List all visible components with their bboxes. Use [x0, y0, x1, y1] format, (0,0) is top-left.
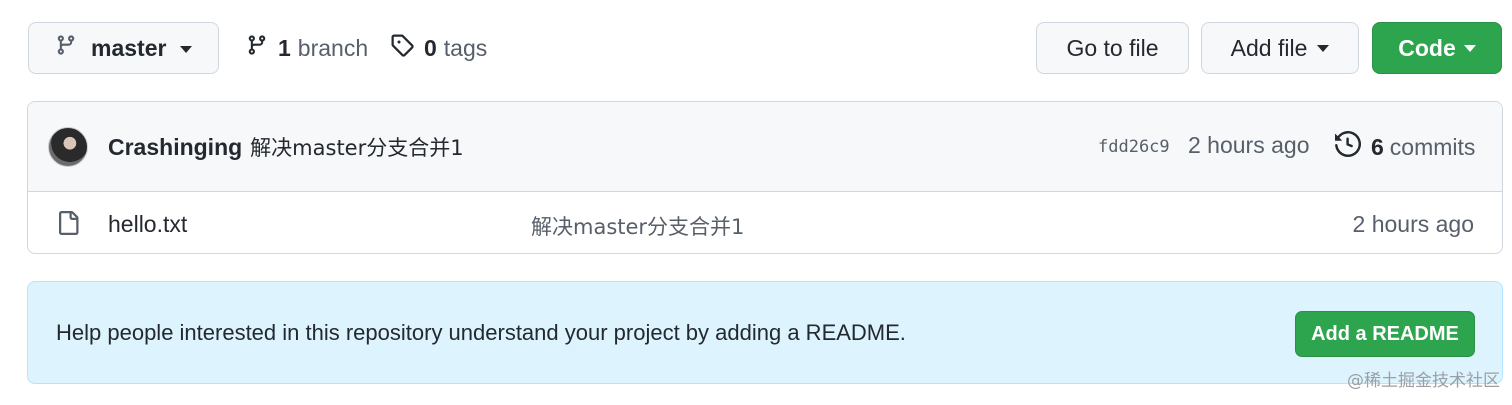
- add-file-label: Add file: [1230, 34, 1308, 61]
- file-name[interactable]: hello.txt: [108, 211, 187, 238]
- git-branch-icon: [246, 33, 268, 63]
- avatar[interactable]: [48, 127, 88, 167]
- file-commit-message[interactable]: 解决master分支合并1: [531, 211, 744, 241]
- readme-banner: Help people interested in this repositor…: [27, 281, 1503, 384]
- repo-toolbar: master 1 branch 0 tags Go to file Add fi…: [0, 0, 1512, 96]
- add-file-button[interactable]: Add file: [1201, 22, 1359, 74]
- code-button[interactable]: Code: [1372, 22, 1502, 74]
- readme-prompt-text: Help people interested in this repositor…: [56, 320, 906, 345]
- commits-history-link[interactable]: 6 commits: [1335, 130, 1475, 164]
- file-icon: [56, 209, 80, 242]
- file-commit-time: 2 hours ago: [1352, 211, 1474, 237]
- branch-selector-button[interactable]: master: [28, 22, 219, 74]
- chevron-down-icon: [180, 45, 193, 53]
- chevron-down-icon: [1463, 44, 1476, 52]
- commit-message[interactable]: 解决master分支合并1: [250, 132, 463, 162]
- commit-author[interactable]: Crashinging: [108, 134, 242, 161]
- add-readme-label: Add a README: [1311, 322, 1459, 345]
- tags-link[interactable]: 0 tags: [390, 28, 487, 68]
- history-icon: [1335, 130, 1362, 163]
- tag-label: tags: [443, 34, 488, 61]
- commits-label: commits: [1389, 133, 1476, 160]
- latest-commit-summary: Crashinging 解决master分支合并1: [108, 130, 464, 164]
- branch-count: 1: [278, 34, 291, 61]
- chevron-down-icon: [1317, 44, 1330, 52]
- tag-icon: [390, 33, 414, 63]
- repo-overview: master 1 branch 0 tags Go to file Add fi…: [0, 0, 1512, 405]
- go-to-file-button[interactable]: Go to file: [1036, 22, 1189, 74]
- table-row[interactable]: hello.txt 解决master分支合并1 2 hours ago: [28, 192, 1502, 253]
- branches-link[interactable]: 1 branch: [246, 28, 368, 68]
- commits-count: 6: [1371, 133, 1384, 160]
- go-to-file-label: Go to file: [1066, 34, 1159, 61]
- file-list-box: Crashinging 解决master分支合并1 fdd26c9 2 hour…: [27, 101, 1503, 254]
- watermark: @稀土掘金技术社区: [1347, 371, 1500, 391]
- branch-name: master: [91, 34, 167, 61]
- tag-count: 0: [424, 34, 437, 61]
- branch-label: branch: [297, 34, 369, 61]
- commit-hash[interactable]: fdd26c9: [1098, 137, 1170, 157]
- commit-time: 2 hours ago: [1188, 132, 1310, 158]
- add-readme-button[interactable]: Add a README: [1295, 311, 1475, 357]
- git-branch-icon: [55, 33, 77, 63]
- code-label: Code: [1398, 34, 1456, 61]
- latest-commit-header: Crashinging 解决master分支合并1 fdd26c9 2 hour…: [28, 102, 1502, 192]
